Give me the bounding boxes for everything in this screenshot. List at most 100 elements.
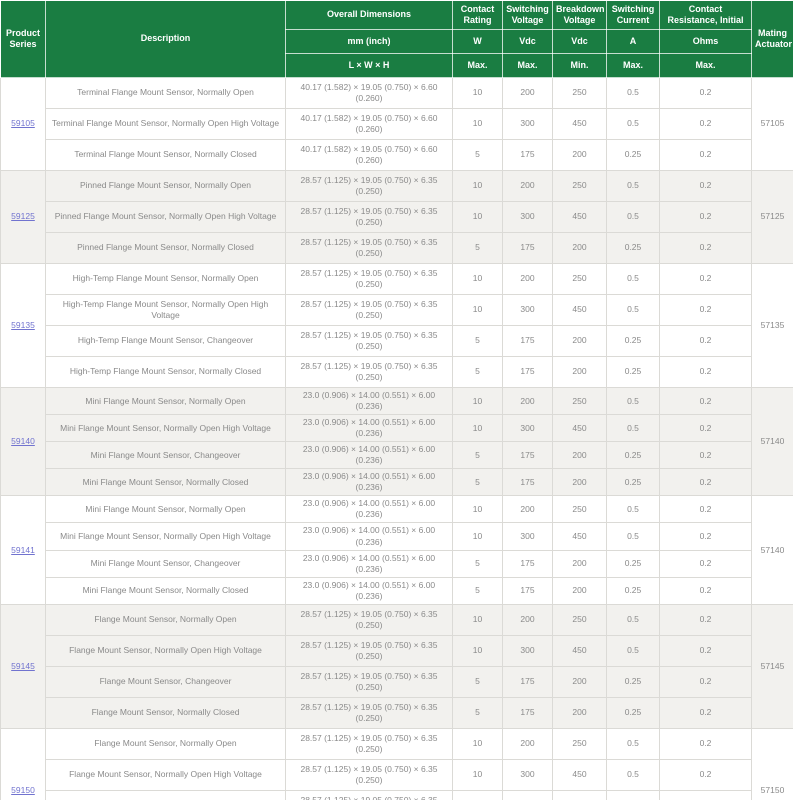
breakdown-voltage-cell: 200 <box>553 790 607 800</box>
description-cell: High-Temp Flange Mount Sensor, Normally … <box>46 295 286 326</box>
product-series-cell: 59145 <box>1 604 46 728</box>
description-cell: Pinned Flange Mount Sensor, Normally Clo… <box>46 233 286 264</box>
switching-current-cell: 0.5 <box>607 604 660 635</box>
contact-resistance-cell: 0.2 <box>660 728 752 759</box>
contact-rating-cell: 10 <box>453 496 503 523</box>
header-contact-resistance: Contact Resistance, Initial <box>660 1 752 30</box>
header-switching-voltage-unit: Vdc <box>503 30 553 54</box>
description-cell: Mini Flange Mount Sensor, Normally Close… <box>46 577 286 604</box>
switching-voltage-cell: 175 <box>503 233 553 264</box>
dimensions-cell: 28.57 (1.125) × 19.05 (0.750) × 6.35 (0.… <box>286 759 453 790</box>
switching-voltage-cell: 175 <box>503 550 553 577</box>
contact-rating-cell: 10 <box>453 171 503 202</box>
contact-resistance-cell: 0.2 <box>660 666 752 697</box>
table-row: Flange Mount Sensor, Normally Open High … <box>1 759 793 790</box>
breakdown-voltage-cell: 450 <box>553 635 607 666</box>
switching-current-cell: 0.25 <box>607 550 660 577</box>
contact-resistance-cell: 0.2 <box>660 523 752 550</box>
mating-actuator-cell: 57125 <box>752 171 793 264</box>
dimensions-cell: 23.0 (0.906) × 14.00 (0.551) × 6.00 (0.2… <box>286 469 453 496</box>
dimensions-cell: 28.57 (1.125) × 19.05 (0.750) × 6.35 (0.… <box>286 295 453 326</box>
breakdown-voltage-cell: 200 <box>553 577 607 604</box>
header-dimensions-format: L × W × H <box>286 54 453 78</box>
contact-resistance-cell: 0.2 <box>660 577 752 604</box>
table-row: 59105Terminal Flange Mount Sensor, Norma… <box>1 78 793 109</box>
contact-rating-cell: 10 <box>453 415 503 442</box>
product-series-link[interactable]: 59150 <box>11 785 35 795</box>
contact-resistance-cell: 0.2 <box>660 264 752 295</box>
dimensions-cell: 28.57 (1.125) × 19.05 (0.750) × 6.35 (0.… <box>286 697 453 728</box>
contact-rating-cell: 10 <box>453 759 503 790</box>
switching-voltage-cell: 200 <box>503 78 553 109</box>
mating-actuator-cell: 57150 <box>752 728 793 800</box>
mating-actuator-cell: 57145 <box>752 604 793 728</box>
switching-voltage-cell: 175 <box>503 357 553 388</box>
contact-resistance-cell: 0.2 <box>660 635 752 666</box>
description-cell: Flange Mount Sensor, Normally Open High … <box>46 759 286 790</box>
breakdown-voltage-cell: 250 <box>553 78 607 109</box>
switching-voltage-cell: 300 <box>503 109 553 140</box>
table-row: 59150Flange Mount Sensor, Normally Open2… <box>1 728 793 759</box>
contact-resistance-cell: 0.2 <box>660 295 752 326</box>
description-cell: Flange Mount Sensor, Normally Open <box>46 604 286 635</box>
description-cell: Flange Mount Sensor, Changeover <box>46 790 286 800</box>
description-cell: High-Temp Flange Mount Sensor, Normally … <box>46 357 286 388</box>
switching-current-cell: 0.25 <box>607 666 660 697</box>
table-row: Mini Flange Mount Sensor, Normally Open … <box>1 415 793 442</box>
table-row: Terminal Flange Mount Sensor, Normally C… <box>1 140 793 171</box>
product-spec-table-wrap: Product Series Description Overall Dimen… <box>0 0 793 800</box>
table-row: Pinned Flange Mount Sensor, Normally Clo… <box>1 233 793 264</box>
product-series-link[interactable]: 59140 <box>11 436 35 446</box>
header-overall-dimensions: Overall Dimensions <box>286 1 453 30</box>
contact-resistance-cell: 0.2 <box>660 140 752 171</box>
mating-actuator-cell: 57140 <box>752 496 793 604</box>
description-cell: High-Temp Flange Mount Sensor, Changeove… <box>46 326 286 357</box>
switching-current-cell: 0.5 <box>607 202 660 233</box>
switching-voltage-cell: 200 <box>503 171 553 202</box>
contact-rating-cell: 5 <box>453 140 503 171</box>
contact-resistance-cell: 0.2 <box>660 202 752 233</box>
description-cell: Mini Flange Mount Sensor, Normally Open … <box>46 415 286 442</box>
contact-resistance-cell: 0.2 <box>660 697 752 728</box>
switching-voltage-cell: 175 <box>503 442 553 469</box>
switching-voltage-cell: 300 <box>503 295 553 326</box>
description-cell: Flange Mount Sensor, Normally Open High … <box>46 635 286 666</box>
switching-current-cell: 0.5 <box>607 496 660 523</box>
switching-current-cell: 0.5 <box>607 78 660 109</box>
contact-rating-cell: 10 <box>453 635 503 666</box>
dimensions-cell: 28.57 (1.125) × 19.05 (0.750) × 6.35 (0.… <box>286 233 453 264</box>
table-row: 59125Pinned Flange Mount Sensor, Normall… <box>1 171 793 202</box>
breakdown-voltage-cell: 200 <box>553 140 607 171</box>
header-description: Description <box>46 1 286 78</box>
switching-voltage-cell: 300 <box>503 759 553 790</box>
description-cell: Mini Flange Mount Sensor, Normally Open … <box>46 523 286 550</box>
switching-current-cell: 0.5 <box>607 171 660 202</box>
table-row: Flange Mount Sensor, Changeover28.57 (1.… <box>1 666 793 697</box>
switching-voltage-cell: 300 <box>503 635 553 666</box>
description-cell: Terminal Flange Mount Sensor, Normally O… <box>46 78 286 109</box>
contact-resistance-cell: 0.2 <box>660 790 752 800</box>
header-contact-rating-limit: Max. <box>453 54 503 78</box>
product-series-link[interactable]: 59125 <box>11 211 35 221</box>
product-series-link[interactable]: 59105 <box>11 118 35 128</box>
breakdown-voltage-cell: 450 <box>553 759 607 790</box>
product-series-link[interactable]: 59135 <box>11 320 35 330</box>
product-series-link[interactable]: 59141 <box>11 545 35 555</box>
table-row: 59145Flange Mount Sensor, Normally Open2… <box>1 604 793 635</box>
description-cell: High-Temp Flange Mount Sensor, Normally … <box>46 264 286 295</box>
product-series-link[interactable]: 59145 <box>11 661 35 671</box>
contact-rating-cell: 5 <box>453 326 503 357</box>
dimensions-cell: 28.57 (1.125) × 19.05 (0.750) × 6.35 (0.… <box>286 728 453 759</box>
breakdown-voltage-cell: 200 <box>553 357 607 388</box>
header-switching-voltage: Switching Voltage <box>503 1 553 30</box>
switching-voltage-cell: 300 <box>503 523 553 550</box>
dimensions-cell: 28.57 (1.125) × 19.05 (0.750) × 6.35 (0.… <box>286 635 453 666</box>
header-breakdown-voltage: Breakdown Voltage <box>553 1 607 30</box>
header-switching-voltage-limit: Max. <box>503 54 553 78</box>
switching-voltage-cell: 175 <box>503 469 553 496</box>
mating-actuator-cell: 57135 <box>752 264 793 388</box>
table-row: Terminal Flange Mount Sensor, Normally O… <box>1 109 793 140</box>
breakdown-voltage-cell: 250 <box>553 496 607 523</box>
dimensions-cell: 23.0 (0.906) × 14.00 (0.551) × 6.00 (0.2… <box>286 496 453 523</box>
product-series-cell: 59141 <box>1 496 46 604</box>
